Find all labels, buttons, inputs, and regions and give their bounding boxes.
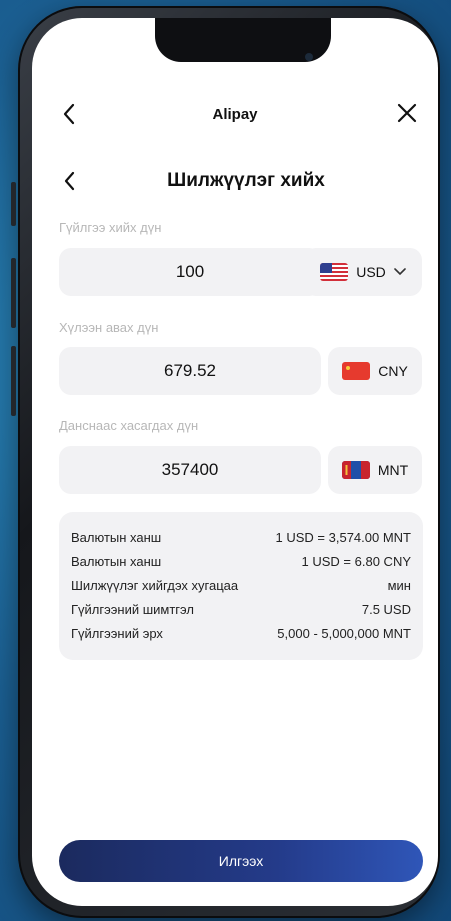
send-amount-label: Гүйлгээ хийх дүн xyxy=(59,220,162,235)
transfer-info-panel: Валютын ханш 1 USD = 3,574.00 MNT Валюты… xyxy=(59,512,423,660)
debit-currency: MNT xyxy=(328,446,422,494)
send-currency-code: USD xyxy=(356,264,386,280)
info-value: 1 USD = 3,574.00 MNT xyxy=(275,530,411,545)
receive-currency-code: CNY xyxy=(378,363,408,379)
side-button xyxy=(11,182,16,226)
info-row: Валютын ханш 1 USD = 3,574.00 MNT xyxy=(71,530,411,550)
send-amount-input[interactable]: 100 xyxy=(59,248,321,296)
send-button[interactable]: Илгээх xyxy=(59,840,423,882)
debit-amount-label: Данснаас хасагдах дүн xyxy=(59,418,199,433)
side-button xyxy=(11,346,16,416)
info-value: 5,000 - 5,000,000 MNT xyxy=(277,626,411,641)
top-bar: Alipay xyxy=(32,100,438,130)
notch xyxy=(155,18,331,62)
info-row: Шилжүүлэг хийгдэх хугацаа мин xyxy=(71,578,411,598)
mn-flag-icon xyxy=(341,461,370,479)
chevron-down-icon xyxy=(393,268,406,276)
info-row: Гүйлгээний шимтгэл 7.5 USD xyxy=(71,602,411,622)
close-icon[interactable] xyxy=(396,102,418,124)
side-button xyxy=(11,258,16,328)
us-flag-icon xyxy=(320,263,349,281)
app-screen: Alipay Шилжүүлэг хийх Гүйлгээ хийх дүн 1… xyxy=(32,18,438,906)
camera-icon xyxy=(305,53,313,61)
page-title: Шилжүүлэг хийх xyxy=(167,170,325,191)
receive-amount-label: Хүлээн авах дүн xyxy=(59,320,159,335)
info-key: Гүйлгээний эрх xyxy=(71,626,163,641)
info-key: Валютын ханш xyxy=(71,554,162,569)
debit-amount-input[interactable]: 357400 xyxy=(59,446,321,494)
page-header: Шилжүүлэг хийх xyxy=(32,166,438,196)
info-row: Валютын ханш 1 USD = 6.80 CNY xyxy=(71,554,411,574)
info-value: 7.5 USD xyxy=(361,602,411,617)
debit-currency-code: MNT xyxy=(377,462,409,478)
receive-amount-input[interactable]: 679.52 xyxy=(59,347,321,395)
info-row: Гүйлгээний эрх 5,000 - 5,000,000 MNT xyxy=(71,626,411,646)
app-title: Alipay xyxy=(212,106,258,123)
send-currency-select[interactable]: USD xyxy=(304,248,422,296)
receive-currency: CNY xyxy=(328,347,422,395)
info-value: мин xyxy=(387,578,411,593)
info-key: Гүйлгээний шимтгэл xyxy=(71,602,194,617)
info-key: Валютын ханш xyxy=(71,530,162,545)
info-value: 1 USD = 6.80 CNY xyxy=(301,554,411,569)
cn-flag-icon xyxy=(342,362,371,380)
info-key: Шилжүүлэг хийгдэх хугацаа xyxy=(71,578,239,593)
